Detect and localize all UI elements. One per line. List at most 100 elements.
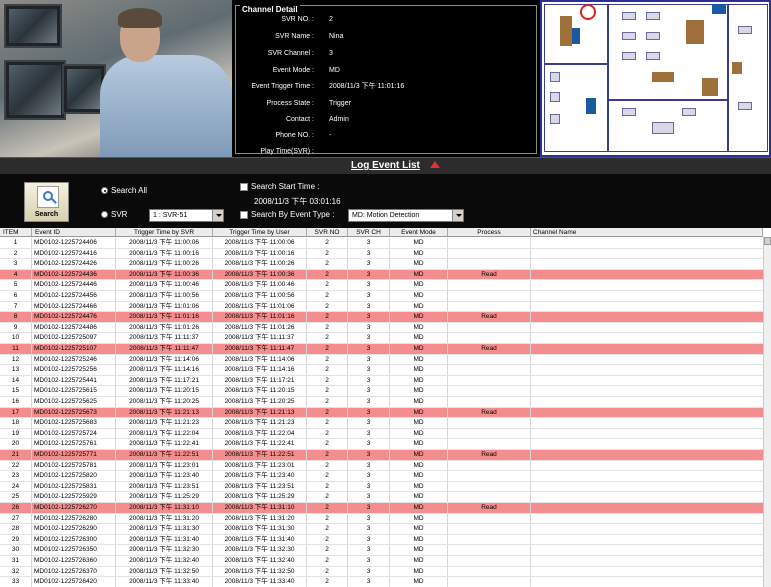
cell-svr-time: 2008/11/3 下午 11:23:51 xyxy=(116,481,213,492)
table-row[interactable]: 17 MD0102-1225725673 2008/11/3 下午 11:21:13… xyxy=(0,407,763,419)
table-row[interactable]: 27 MD0102-1225726280 2008/11/3 下午 11:31:20… xyxy=(0,513,763,525)
table-row[interactable]: 2 MD0102-1225724416 2008/11/3 下午 11:00:16 2… xyxy=(0,248,763,260)
table-row[interactable]: 1 MD0102-1225724406 2008/11/3 下午 11:00:06 2… xyxy=(0,238,763,249)
cell-svr-ch: 3 xyxy=(348,386,390,396)
table-row[interactable]: 5 MD0102-1225724446 2008/11/3 下午 11:00:46 2… xyxy=(0,280,763,291)
svr-radio[interactable] xyxy=(101,211,108,218)
cell-process: Read xyxy=(448,407,531,418)
cell-svr-no: 2 xyxy=(307,386,348,396)
cell-event-mode: MD xyxy=(390,375,448,386)
cell-svr-time: 2008/11/3 下午 11:32:40 xyxy=(116,556,213,566)
table-row[interactable]: 12 MD0102-1225725246 2008/11/3 下午 11:14:06… xyxy=(0,354,763,366)
map-desk xyxy=(738,102,752,110)
table-row[interactable]: 25 MD0102-1225725929 2008/11/3 下午 11:25:29… xyxy=(0,492,763,503)
scroll-up-button[interactable] xyxy=(764,237,771,245)
collapse-arrow-icon[interactable] xyxy=(430,161,440,168)
table-row[interactable]: 22 MD0102-1225725781 2008/11/3 下午 11:23:01… xyxy=(0,460,763,472)
column-header-event-id[interactable]: Event ID xyxy=(32,228,116,236)
cell-user-time: 2008/11/3 下午 11:00:26 xyxy=(213,259,307,269)
log-event-table: ITEM Event ID Trigger Time by SVR Trigge… xyxy=(0,228,771,587)
table-row[interactable]: 4 MD0102-1225724436 2008/11/3 下午 11:00:36 2… xyxy=(0,269,763,281)
cell-svr-time: 2008/11/3 下午 11:20:25 xyxy=(116,397,213,407)
table-row[interactable]: 18 MD0102-1225725683 2008/11/3 下午 11:21:23… xyxy=(0,418,763,429)
cell-svr-no: 2 xyxy=(307,259,348,269)
table-row[interactable]: 28 MD0102-1225726290 2008/11/3 下午 11:31:30… xyxy=(0,524,763,535)
cell-channel-name xyxy=(531,302,763,312)
column-header-event-mode[interactable]: Event Mode xyxy=(390,228,448,236)
event-type-select[interactable]: MD: Motion Detection xyxy=(348,209,464,222)
column-header-svr-ch[interactable]: SVR CH xyxy=(348,228,390,236)
cell-user-time: 2008/11/3 下午 11:22:04 xyxy=(213,428,307,439)
event-type-checkbox[interactable] xyxy=(240,211,248,219)
cell-svr-no: 2 xyxy=(307,418,348,428)
start-time-value[interactable]: 2008/11/3 下午 03:01:16 xyxy=(254,196,341,207)
cell-user-time: 2008/11/3 下午 11:00:56 xyxy=(213,291,307,301)
column-header-trigger-time-svr[interactable]: Trigger Time by SVR xyxy=(116,228,213,236)
table-row[interactable]: 11 MD0102-1225725107 2008/11/3 下午 11:11:47… xyxy=(0,344,763,355)
table-row[interactable]: 29 MD0102-1225726300 2008/11/3 下午 11:31:40… xyxy=(0,534,763,546)
cell-event-mode: MD xyxy=(390,365,448,375)
detail-row-event-mode: Event Mode : MD xyxy=(236,64,536,78)
search-button[interactable]: Search xyxy=(24,182,69,222)
column-header-process[interactable]: Process xyxy=(448,228,531,236)
table-row[interactable]: 10 MD0102-1225725097 2008/11/3 下午 11:11:37… xyxy=(0,333,763,344)
cell-process xyxy=(448,428,531,439)
table-row[interactable]: 33 MD0102-1225726420 2008/11/3 下午 11:33:40… xyxy=(0,577,763,587)
column-header-trigger-time-user[interactable]: Trigger Time by User xyxy=(213,228,307,236)
column-header-channel-name[interactable]: Channel Name xyxy=(531,228,763,236)
cell-user-time: 2008/11/3 下午 11:00:06 xyxy=(213,238,307,248)
table-row[interactable]: 24 MD0102-1225725831 2008/11/3 下午 11:23:51… xyxy=(0,481,763,493)
table-row[interactable]: 7 MD0102-1225724466 2008/11/3 下午 11:01:06 2… xyxy=(0,301,763,313)
search-all-radio[interactable] xyxy=(101,187,108,194)
table-row[interactable]: 8 MD0102-1225724476 2008/11/3 下午 11:01:16 2… xyxy=(0,312,763,323)
cell-event-id: MD0102-1225724416 xyxy=(32,248,116,259)
cell-item: 12 xyxy=(0,354,32,365)
cell-item: 10 xyxy=(0,333,32,343)
table-row[interactable]: 20 MD0102-1225725761 2008/11/3 下午 11:22:41… xyxy=(0,439,763,450)
table-row[interactable]: 32 MD0102-1225726370 2008/11/3 下午 11:32:50… xyxy=(0,566,763,578)
cell-item: 6 xyxy=(0,291,32,301)
table-row[interactable]: 26 MD0102-1225726270 2008/11/3 下午 11:31:10… xyxy=(0,503,763,514)
map-furniture xyxy=(712,4,726,14)
cell-user-time: 2008/11/3 下午 11:25:29 xyxy=(213,492,307,502)
table-row[interactable]: 21 MD0102-1225725771 2008/11/3 下午 11:22:51… xyxy=(0,450,763,461)
table-row[interactable]: 31 MD0102-1225726360 2008/11/3 下午 11:32:40… xyxy=(0,556,763,567)
cell-svr-no: 2 xyxy=(307,269,348,280)
cell-item: 8 xyxy=(0,312,32,322)
table-row[interactable]: 16 MD0102-1225725625 2008/11/3 下午 11:20:25… xyxy=(0,397,763,408)
highlighted-camera-marker[interactable] xyxy=(580,4,596,20)
table-row[interactable]: 6 MD0102-1225724456 2008/11/3 下午 11:00:56 2… xyxy=(0,291,763,302)
table-row[interactable]: 19 MD0102-1225725724 2008/11/3 下午 11:22:04… xyxy=(0,428,763,440)
cell-user-time: 2008/11/3 下午 11:20:25 xyxy=(213,397,307,407)
cell-svr-no: 2 xyxy=(307,524,348,534)
column-header-svr-no[interactable]: SVR NO xyxy=(307,228,348,236)
table-row[interactable]: 13 MD0102-1225725256 2008/11/3 下午 11:14:16… xyxy=(0,365,763,376)
table-row[interactable]: 9 MD0102-1225724486 2008/11/3 下午 11:01:26 2… xyxy=(0,322,763,334)
cell-process: Read xyxy=(448,450,531,460)
cell-channel-name xyxy=(531,376,763,386)
cell-user-time: 2008/11/3 下午 11:14:06 xyxy=(213,354,307,365)
cell-svr-ch: 3 xyxy=(348,301,390,312)
table-row[interactable]: 14 MD0102-1225725441 2008/11/3 下午 11:17:21… xyxy=(0,375,763,387)
detail-value: Nina xyxy=(329,33,344,40)
table-row[interactable]: 15 MD0102-1225725615 2008/11/3 下午 11:20:15… xyxy=(0,386,763,397)
cell-item: 2 xyxy=(0,248,32,259)
cell-svr-no: 2 xyxy=(307,375,348,386)
cell-event-id: MD0102-1225725724 xyxy=(32,428,116,439)
table-row[interactable]: 23 MD0102-1225725820 2008/11/3 下午 11:23:40… xyxy=(0,471,763,482)
detail-label: Event Trigger Time : xyxy=(251,83,314,90)
log-header-bar: Log Event List xyxy=(0,157,771,174)
table-row[interactable]: 30 MD0102-1225726350 2008/11/3 下午 11:32:30… xyxy=(0,545,763,556)
cell-svr-time: 2008/11/3 下午 11:33:40 xyxy=(116,577,213,587)
cell-svr-ch: 3 xyxy=(348,291,390,301)
vertical-scrollbar[interactable] xyxy=(763,237,771,587)
cell-svr-ch: 3 xyxy=(348,333,390,343)
cell-event-mode: MD xyxy=(390,322,448,333)
svr-select[interactable]: 1 : SVR-51 xyxy=(149,209,224,222)
column-header-item[interactable]: ITEM xyxy=(0,228,32,236)
cell-event-mode: MD xyxy=(390,492,448,502)
table-row[interactable]: 3 MD0102-1225724426 2008/11/3 下午 11:00:26 2… xyxy=(0,259,763,270)
floor-plan-map[interactable] xyxy=(540,0,771,157)
start-time-checkbox[interactable] xyxy=(240,183,248,191)
search-all-label: Search All xyxy=(111,186,148,195)
